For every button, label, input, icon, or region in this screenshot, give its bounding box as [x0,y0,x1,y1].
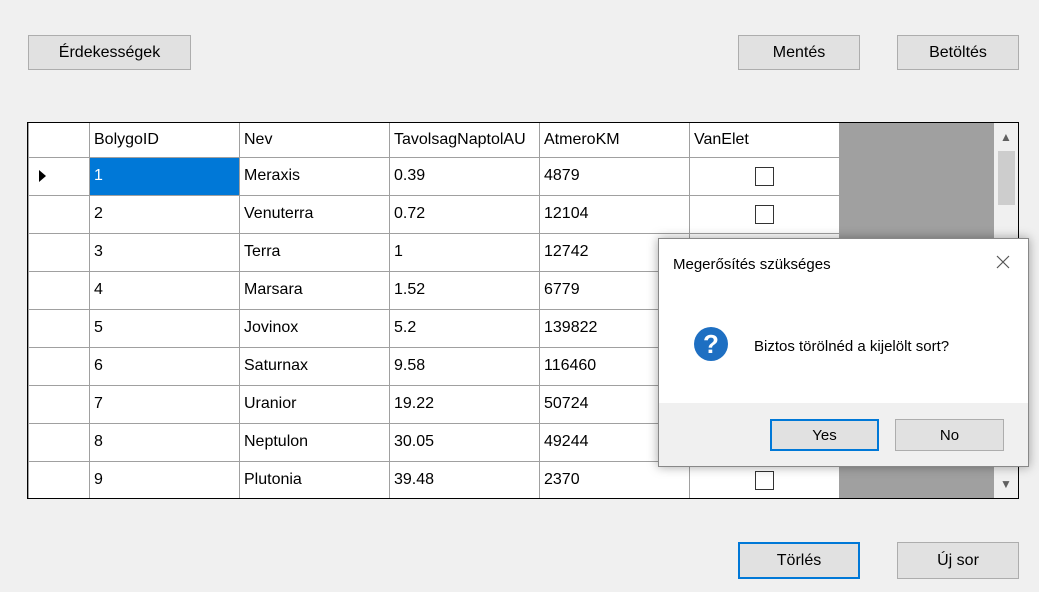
cell-tavolsag[interactable]: 9.58 [389,346,540,386]
interests-button[interactable]: Érdekességek [28,35,191,70]
vanelet-checkbox[interactable] [755,204,774,224]
row-header[interactable] [28,308,90,348]
load-button[interactable]: Betöltés [897,35,1019,70]
cell-bolygoid[interactable]: 9 [89,460,240,498]
column-header-tavolsag[interactable]: TavolsagNaptolAU [389,123,540,158]
cell-tavolsag[interactable]: 1.52 [389,270,540,310]
yes-button[interactable]: Yes [770,419,879,451]
cell-tavolsag[interactable]: 0.39 [389,156,540,196]
cell-nev[interactable]: Venuterra [239,194,390,234]
question-icon: ? [694,327,728,361]
row-header[interactable] [28,156,90,196]
dialog-footer: Yes No [659,403,1028,466]
scroll-thumb[interactable] [998,151,1015,205]
cell-bolygoid[interactable]: 7 [89,384,240,424]
cell-vanelet[interactable] [689,194,840,234]
cell-atmero[interactable]: 4879 [539,156,690,196]
cell-vanelet[interactable] [689,156,840,196]
cell-nev[interactable]: Plutonia [239,460,390,498]
cell-tavolsag[interactable]: 19.22 [389,384,540,424]
cell-atmero[interactable]: 12104 [539,194,690,234]
dialog-message: Biztos törölnéd a kijelölt sort? [754,338,950,355]
delete-button[interactable]: Törlés [738,542,860,579]
column-header-vanelet[interactable]: VanElet [689,123,840,158]
scroll-up-icon[interactable]: ▲ [994,125,1018,149]
dialog-title: Megerősítés szükséges [673,256,831,273]
row-header[interactable] [28,270,90,310]
cell-bolygoid[interactable]: 8 [89,422,240,462]
column-header-nev[interactable]: Nev [239,123,390,158]
vanelet-checkbox[interactable] [755,470,774,490]
row-header[interactable] [28,232,90,272]
confirm-dialog: Megerősítés szükséges ? Biztos törölnéd … [658,238,1029,467]
cell-nev[interactable]: Meraxis [239,156,390,196]
row-header[interactable] [28,422,90,462]
row-header[interactable] [28,460,90,498]
table-row[interactable]: 1 Meraxis 0.39 4879 [28,156,840,196]
no-button[interactable]: No [895,419,1004,451]
row-header[interactable] [28,194,90,234]
column-header-bolygoid[interactable]: BolygoID [89,123,240,158]
column-header-atmero[interactable]: AtmeroKM [539,123,690,158]
table-row[interactable]: 2 Venuterra 0.72 12104 [28,194,840,234]
cell-bolygoid[interactable]: 6 [89,346,240,386]
row-header-corner [28,123,90,158]
cell-nev[interactable]: Saturnax [239,346,390,386]
cell-nev[interactable]: Marsara [239,270,390,310]
vanelet-checkbox[interactable] [755,166,774,186]
cell-nev[interactable]: Jovinox [239,308,390,348]
cell-bolygoid[interactable]: 2 [89,194,240,234]
cell-nev[interactable]: Terra [239,232,390,272]
row-arrow-icon [39,170,46,182]
cell-tavolsag[interactable]: 39.48 [389,460,540,498]
cell-tavolsag[interactable]: 30.05 [389,422,540,462]
cell-bolygoid[interactable]: 3 [89,232,240,272]
cell-bolygoid[interactable]: 4 [89,270,240,310]
row-header[interactable] [28,384,90,424]
close-icon[interactable] [992,251,1014,273]
cell-bolygoid[interactable]: 5 [89,308,240,348]
cell-tavolsag[interactable]: 0.72 [389,194,540,234]
new-row-button[interactable]: Új sor [897,542,1019,579]
cell-tavolsag[interactable]: 1 [389,232,540,272]
cell-nev[interactable]: Neptulon [239,422,390,462]
header-row: BolygoID Nev TavolsagNaptolAU AtmeroKM V… [28,123,840,158]
cell-nev[interactable]: Uranior [239,384,390,424]
cell-tavolsag[interactable]: 5.2 [389,308,540,348]
scroll-down-icon[interactable]: ▼ [994,472,1018,496]
save-button[interactable]: Mentés [738,35,860,70]
row-header[interactable] [28,346,90,386]
cell-bolygoid[interactable]: 1 [89,156,240,196]
